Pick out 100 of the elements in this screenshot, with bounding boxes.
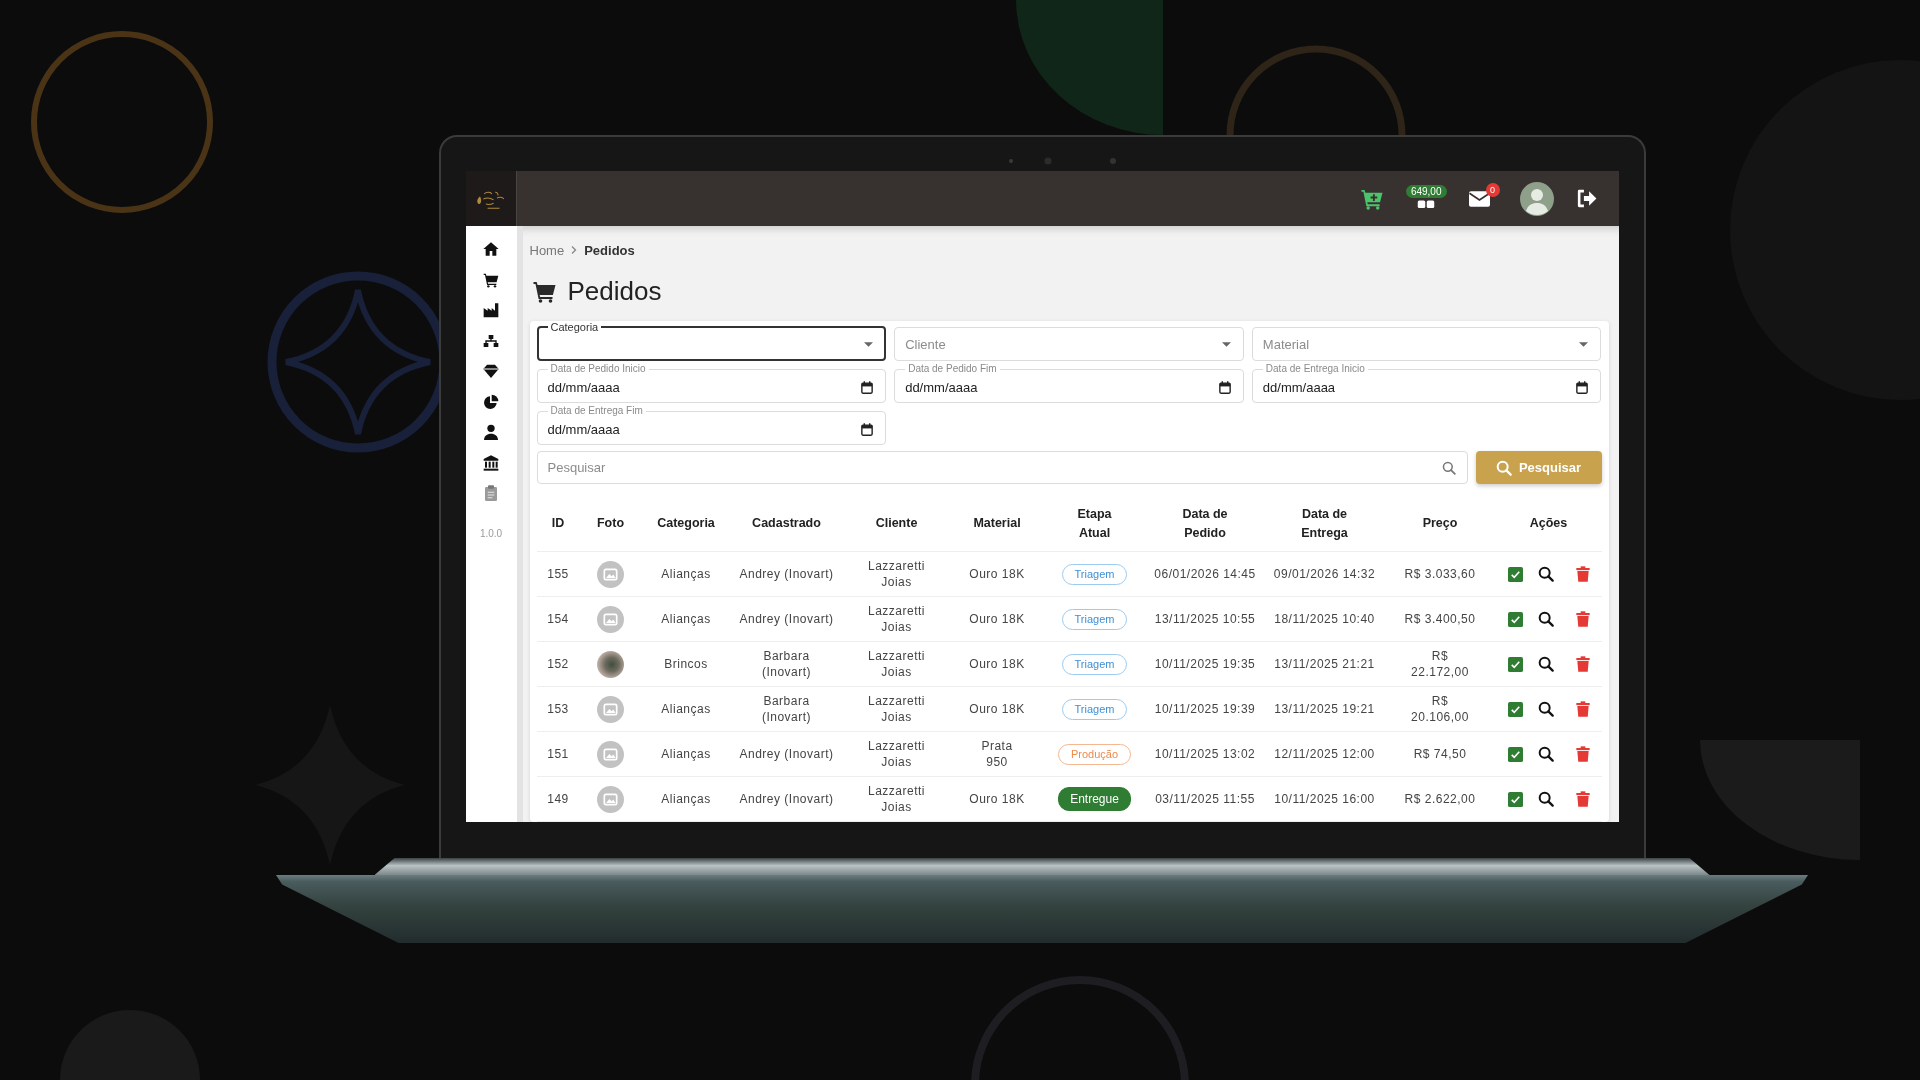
search-icon	[1537, 656, 1554, 672]
table-cell: Alianças	[641, 776, 731, 822]
sitemap-icon	[483, 332, 499, 349]
table-cell: Ouro 18K	[950, 641, 1044, 687]
page-title: Pedidos	[567, 275, 662, 308]
table-cell: Lazzaretti Joias	[842, 551, 951, 597]
table-cell: Andrey (Inovart)	[730, 731, 843, 777]
column-header: Foto	[579, 496, 642, 552]
table-cell: Ouro 18K	[950, 551, 1044, 597]
delete-button[interactable]	[1574, 790, 1591, 808]
view-button[interactable]	[1536, 565, 1555, 583]
breadcrumb-link[interactable]: Home	[529, 242, 565, 258]
field-label: Cliente	[905, 336, 946, 352]
table-cell: Lazzaretti Joias	[842, 596, 951, 642]
table-cell: 152	[536, 641, 580, 687]
delete-button[interactable]	[1574, 565, 1591, 583]
table-cell: 18/11/2025 10:40	[1264, 596, 1385, 642]
delete-button[interactable]	[1574, 610, 1591, 628]
clipboard-icon	[483, 485, 499, 502]
approve-button[interactable]	[1506, 565, 1524, 583]
search-icon	[1495, 459, 1512, 476]
column-header: ID	[536, 496, 580, 552]
trash-icon	[1575, 656, 1590, 672]
factory-icon	[483, 302, 499, 319]
search-icon	[1537, 791, 1554, 807]
table-cell: Alianças	[641, 551, 731, 597]
table-cell: 09/01/2026 14:32	[1264, 551, 1385, 597]
calendar-icon	[861, 422, 874, 436]
table-cell: 151	[536, 731, 580, 777]
balance-button[interactable]: 649,00	[1405, 185, 1447, 212]
check-square-icon	[1507, 746, 1523, 762]
image-placeholder-icon	[597, 740, 624, 768]
table-cell: R$ 22.172,00	[1384, 641, 1496, 687]
cart-icon	[483, 271, 499, 288]
delete-button[interactable]	[1574, 745, 1591, 763]
cart-plus-icon	[1359, 187, 1384, 210]
table-cell: 13/11/2025 21:21	[1264, 641, 1385, 687]
search-icon	[1537, 701, 1554, 717]
date-field[interactable]: Data de Entrega Inicio dd/mm/aaaa	[1251, 363, 1602, 403]
logout-icon	[1575, 189, 1597, 208]
pie-chart-icon	[483, 393, 499, 410]
date-field[interactable]: Data de Entrega Fim dd/mm/aaaa	[536, 405, 887, 445]
column-header: Data de Entrega	[1264, 496, 1385, 552]
view-button[interactable]	[1536, 700, 1555, 718]
table-cell: Lazzaretti Joias	[842, 731, 951, 777]
view-button[interactable]	[1536, 745, 1555, 763]
column-header: Ações	[1495, 496, 1602, 552]
table-cell: R$ 3.400,50	[1384, 596, 1496, 642]
column-header: Cadastrado	[730, 496, 843, 552]
approve-button[interactable]	[1506, 655, 1524, 673]
user-icon	[483, 424, 499, 441]
field-label: Data de Entrega Inicio	[1264, 363, 1366, 375]
search-icon	[1537, 746, 1554, 762]
select-field[interactable]: Categoria	[536, 321, 887, 361]
table-cell: 12/11/2025 12:00	[1264, 731, 1385, 777]
table-cell: Andrey (Inovart)	[730, 776, 843, 822]
table-cell: Lazzaretti Joias	[842, 686, 951, 732]
view-button[interactable]	[1536, 610, 1555, 628]
select-field[interactable]: Cliente	[894, 327, 1244, 361]
date-field[interactable]: Data de Pedido Inicio dd/mm/aaaa	[536, 363, 887, 403]
table-cell: 10/11/2025 19:35	[1145, 641, 1265, 687]
table-cell: Alianças	[641, 596, 731, 642]
table-cell: 03/11/2025 11:55	[1145, 776, 1265, 822]
view-button[interactable]	[1536, 655, 1555, 673]
table-cell: 154	[536, 596, 580, 642]
approve-button[interactable]	[1506, 745, 1524, 763]
gem-icon	[483, 363, 499, 380]
user-avatar[interactable]	[1519, 181, 1554, 216]
table-cell: Alianças	[641, 731, 731, 777]
stage-badge: Triagem	[1061, 698, 1128, 720]
home-icon	[483, 241, 499, 258]
cart-icon	[531, 279, 557, 303]
blocks-icon	[1417, 199, 1436, 208]
caret-icon	[1579, 341, 1589, 347]
delete-button[interactable]	[1574, 700, 1591, 718]
envelope-icon	[1468, 190, 1490, 207]
column-header: Etapa Atual	[1043, 496, 1146, 552]
stage-badge: Entregue	[1058, 787, 1131, 811]
table-cell: Prata 950	[950, 731, 1044, 777]
delete-button[interactable]	[1574, 655, 1591, 673]
field-label: Data de Pedido Fim	[907, 363, 998, 375]
table-cell: 149	[536, 776, 580, 822]
field-label: Material	[1262, 336, 1310, 352]
check-square-icon	[1507, 611, 1523, 627]
messages-button[interactable]	[1466, 188, 1492, 209]
table-cell: 10/11/2025 19:39	[1145, 686, 1265, 732]
approve-button[interactable]	[1506, 790, 1524, 808]
calendar-icon	[1576, 380, 1589, 394]
view-button[interactable]	[1536, 790, 1555, 808]
search-field[interactable]: Pesquisar	[536, 451, 1468, 484]
approve-button[interactable]	[1506, 700, 1524, 718]
stage-badge: Triagem	[1061, 563, 1128, 585]
date-field[interactable]: Data de Pedido Fim dd/mm/aaaa	[894, 363, 1244, 403]
photo-placeholder	[597, 650, 624, 678]
calendar-icon	[1218, 380, 1231, 394]
trash-icon	[1575, 746, 1590, 762]
field-label: Categoria	[549, 321, 600, 333]
check-square-icon	[1507, 656, 1523, 672]
select-field[interactable]: Material	[1251, 327, 1602, 361]
approve-button[interactable]	[1506, 610, 1524, 628]
